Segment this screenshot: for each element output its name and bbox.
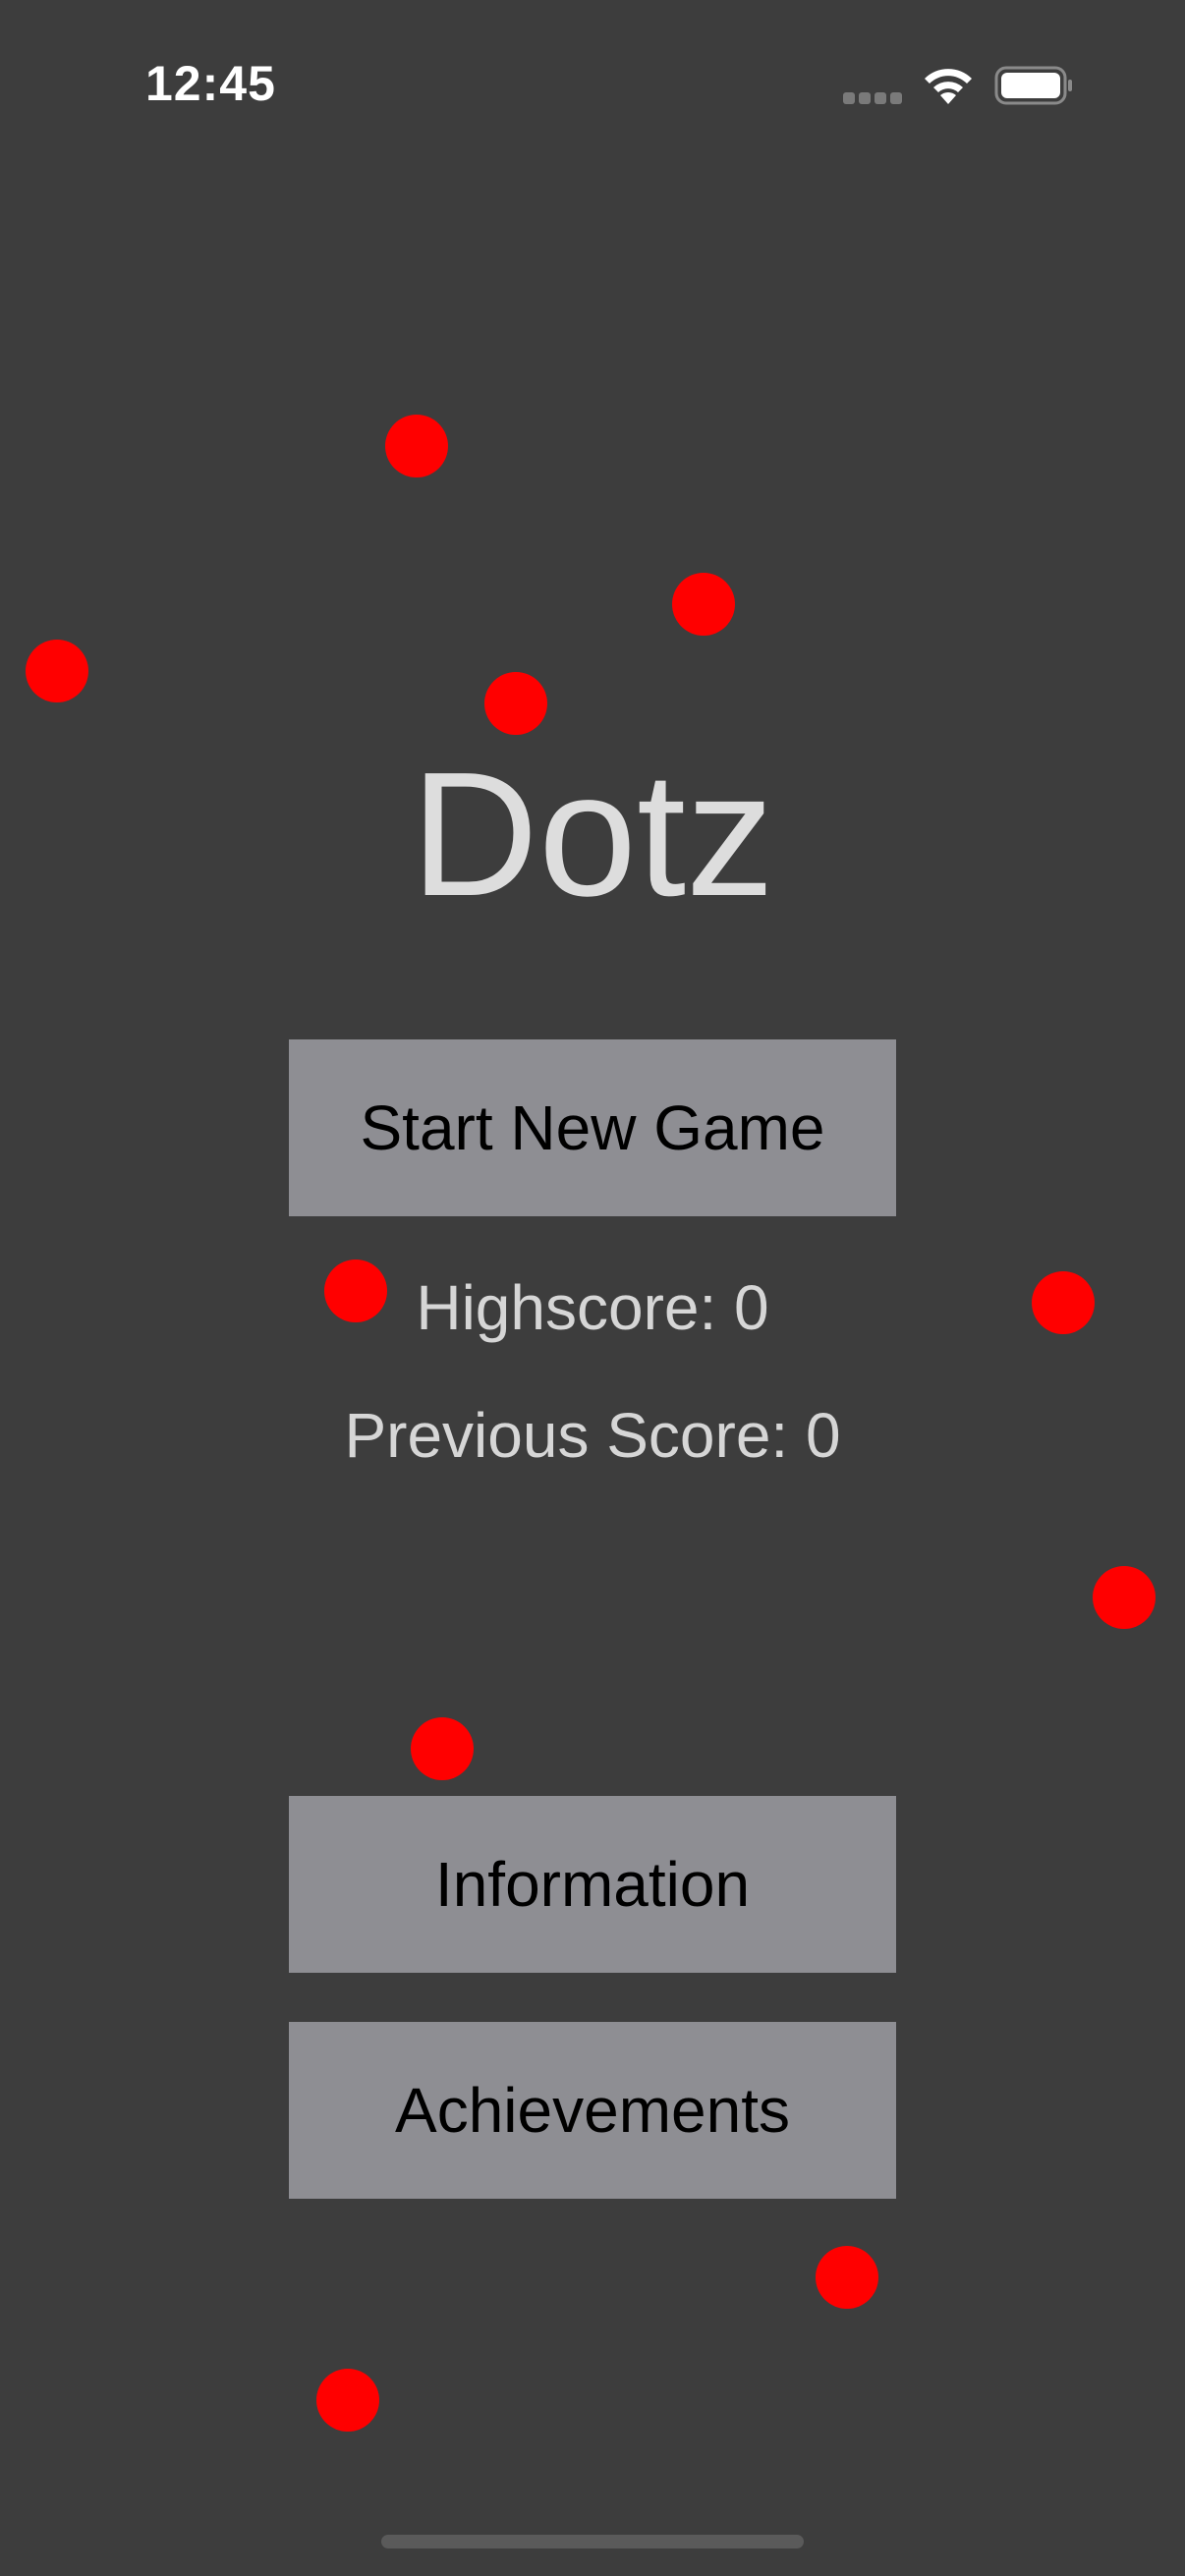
red-dot: [1093, 1566, 1156, 1629]
red-dot: [672, 573, 735, 636]
red-dot: [484, 672, 547, 735]
home-indicator[interactable]: [381, 2535, 804, 2548]
red-dot: [316, 2369, 379, 2432]
previous-score-label: Previous Score: 0: [344, 1400, 841, 1471]
app-title: Dotz: [410, 736, 775, 933]
red-dot: [411, 1717, 474, 1780]
status-time: 12:45: [145, 56, 276, 111]
start-new-game-button[interactable]: Start New Game: [289, 1039, 896, 1216]
red-dot: [385, 415, 448, 477]
information-label: Information: [434, 1849, 751, 1920]
red-dot: [816, 2246, 878, 2309]
battery-icon: [994, 65, 1073, 106]
information-button[interactable]: Information: [289, 1796, 896, 1973]
red-dot: [26, 640, 88, 702]
achievements-button[interactable]: Achievements: [289, 2022, 896, 2199]
wifi-icon: [922, 65, 975, 106]
achievements-label: Achievements: [395, 2075, 790, 2146]
status-bar: 12:45: [0, 0, 1185, 167]
highscore-label: Highscore: 0: [416, 1272, 769, 1343]
cellular-signal-icon: [843, 92, 902, 104]
start-new-game-label: Start New Game: [360, 1092, 825, 1163]
